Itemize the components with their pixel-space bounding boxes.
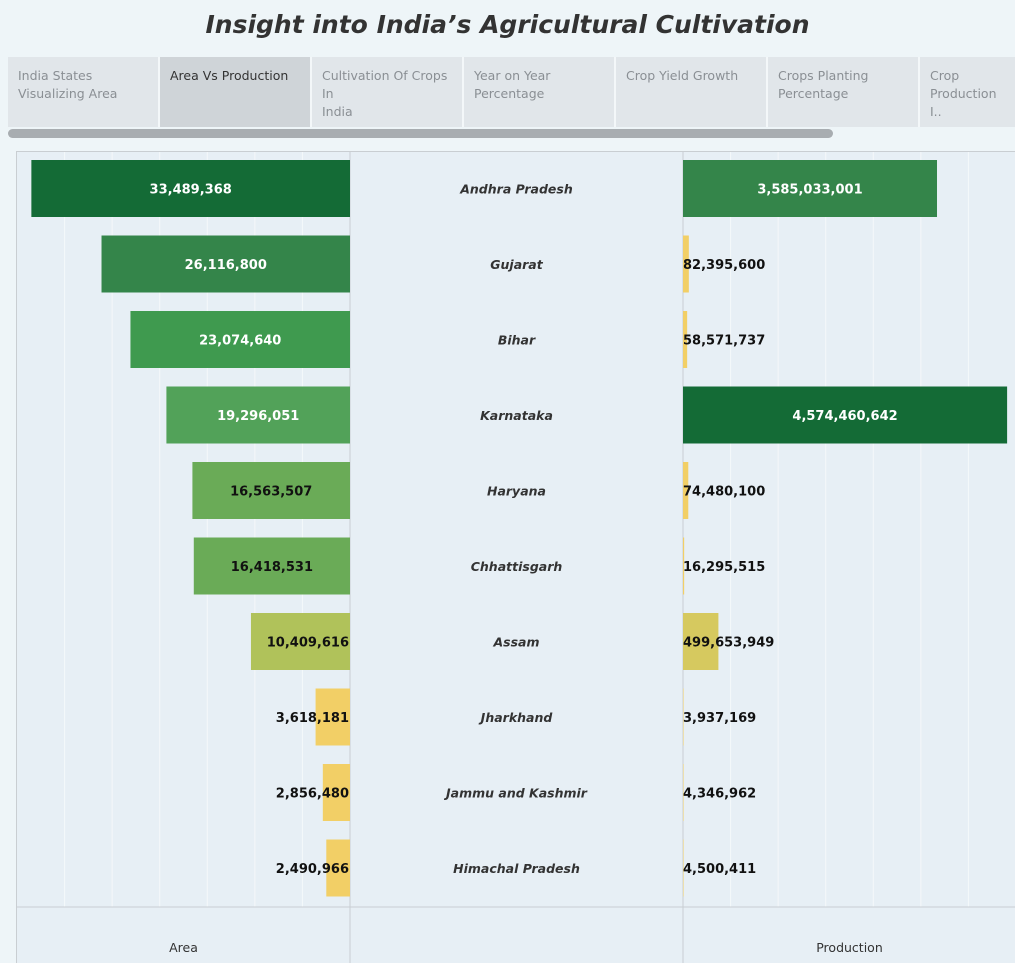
state-label: Haryana	[487, 484, 546, 499]
story-tabs: India States Visualizing Area Area Vs Pr…	[8, 57, 1015, 127]
area-data-label: 23,074,640	[199, 334, 281, 349]
state-label: Andhra Pradesh	[459, 182, 573, 197]
tab-crop-production[interactable]: Crop Production I..	[920, 57, 1015, 127]
state-label: Jharkhand	[478, 710, 554, 725]
state-label: Jammu and Kashmir	[443, 786, 588, 801]
area-data-label: 16,563,507	[230, 485, 312, 500]
chart-plot-area: 33,489,368 Andhra Pradesh 3,585,033,001 26,…	[16, 151, 1015, 963]
area-data-label: 3,618,181	[276, 711, 349, 726]
tabs-scrollbar[interactable]	[8, 129, 833, 138]
production-data-label: 4,574,460,642	[792, 409, 897, 424]
area-vs-production-chart: 33,489,368 Andhra Pradesh 3,585,033,001 26,…	[17, 152, 1015, 963]
production-data-label: 3,937,169	[683, 711, 756, 726]
tab-crops-planting[interactable]: Crops Planting Percentage	[768, 57, 920, 127]
dashboard-title: Insight into India’s Agricultural Cultiv…	[205, 10, 810, 39]
production-data-label: 16,295,515	[683, 560, 765, 575]
state-label: Himachal Pradesh	[453, 861, 580, 876]
production-data-label: 499,653,949	[683, 636, 774, 651]
area-data-label: 2,856,480	[276, 787, 349, 802]
tab-year-on-year[interactable]: Year on Year Percentage	[464, 57, 616, 127]
production-data-label: 4,500,411	[683, 862, 756, 877]
tab-india-states[interactable]: India States Visualizing Area	[8, 57, 160, 127]
area-data-label: 16,418,531	[231, 560, 313, 575]
production-data-label: 3,585,033,001	[757, 183, 862, 198]
area-data-label: 26,116,800	[185, 258, 267, 273]
tab-cultivation-of-crops[interactable]: Cultivation Of Crops In India	[312, 57, 464, 127]
state-label: Gujarat	[490, 257, 543, 272]
production-data-label: 82,395,600	[683, 258, 765, 273]
state-label: Assam	[492, 635, 539, 650]
area-data-label: 10,409,616	[267, 636, 349, 651]
area-data-label: 2,490,966	[276, 862, 349, 877]
state-label: Karnataka	[480, 408, 553, 423]
state-label: Chhattisgarh	[471, 559, 563, 574]
production-data-label: 74,480,100	[683, 485, 765, 500]
state-label: Bihar	[498, 333, 536, 348]
tab-crop-yield-growth[interactable]: Crop Yield Growth	[616, 57, 768, 127]
production-data-label: 58,571,737	[683, 334, 765, 349]
area-data-label: 33,489,368	[150, 183, 232, 198]
production-axis-title: Production	[816, 940, 883, 955]
production-data-label: 4,346,962	[683, 787, 756, 802]
area-data-label: 19,296,051	[217, 409, 299, 424]
area-axis-title: Area	[169, 940, 198, 955]
tab-area-vs-production[interactable]: Area Vs Production	[160, 57, 312, 127]
